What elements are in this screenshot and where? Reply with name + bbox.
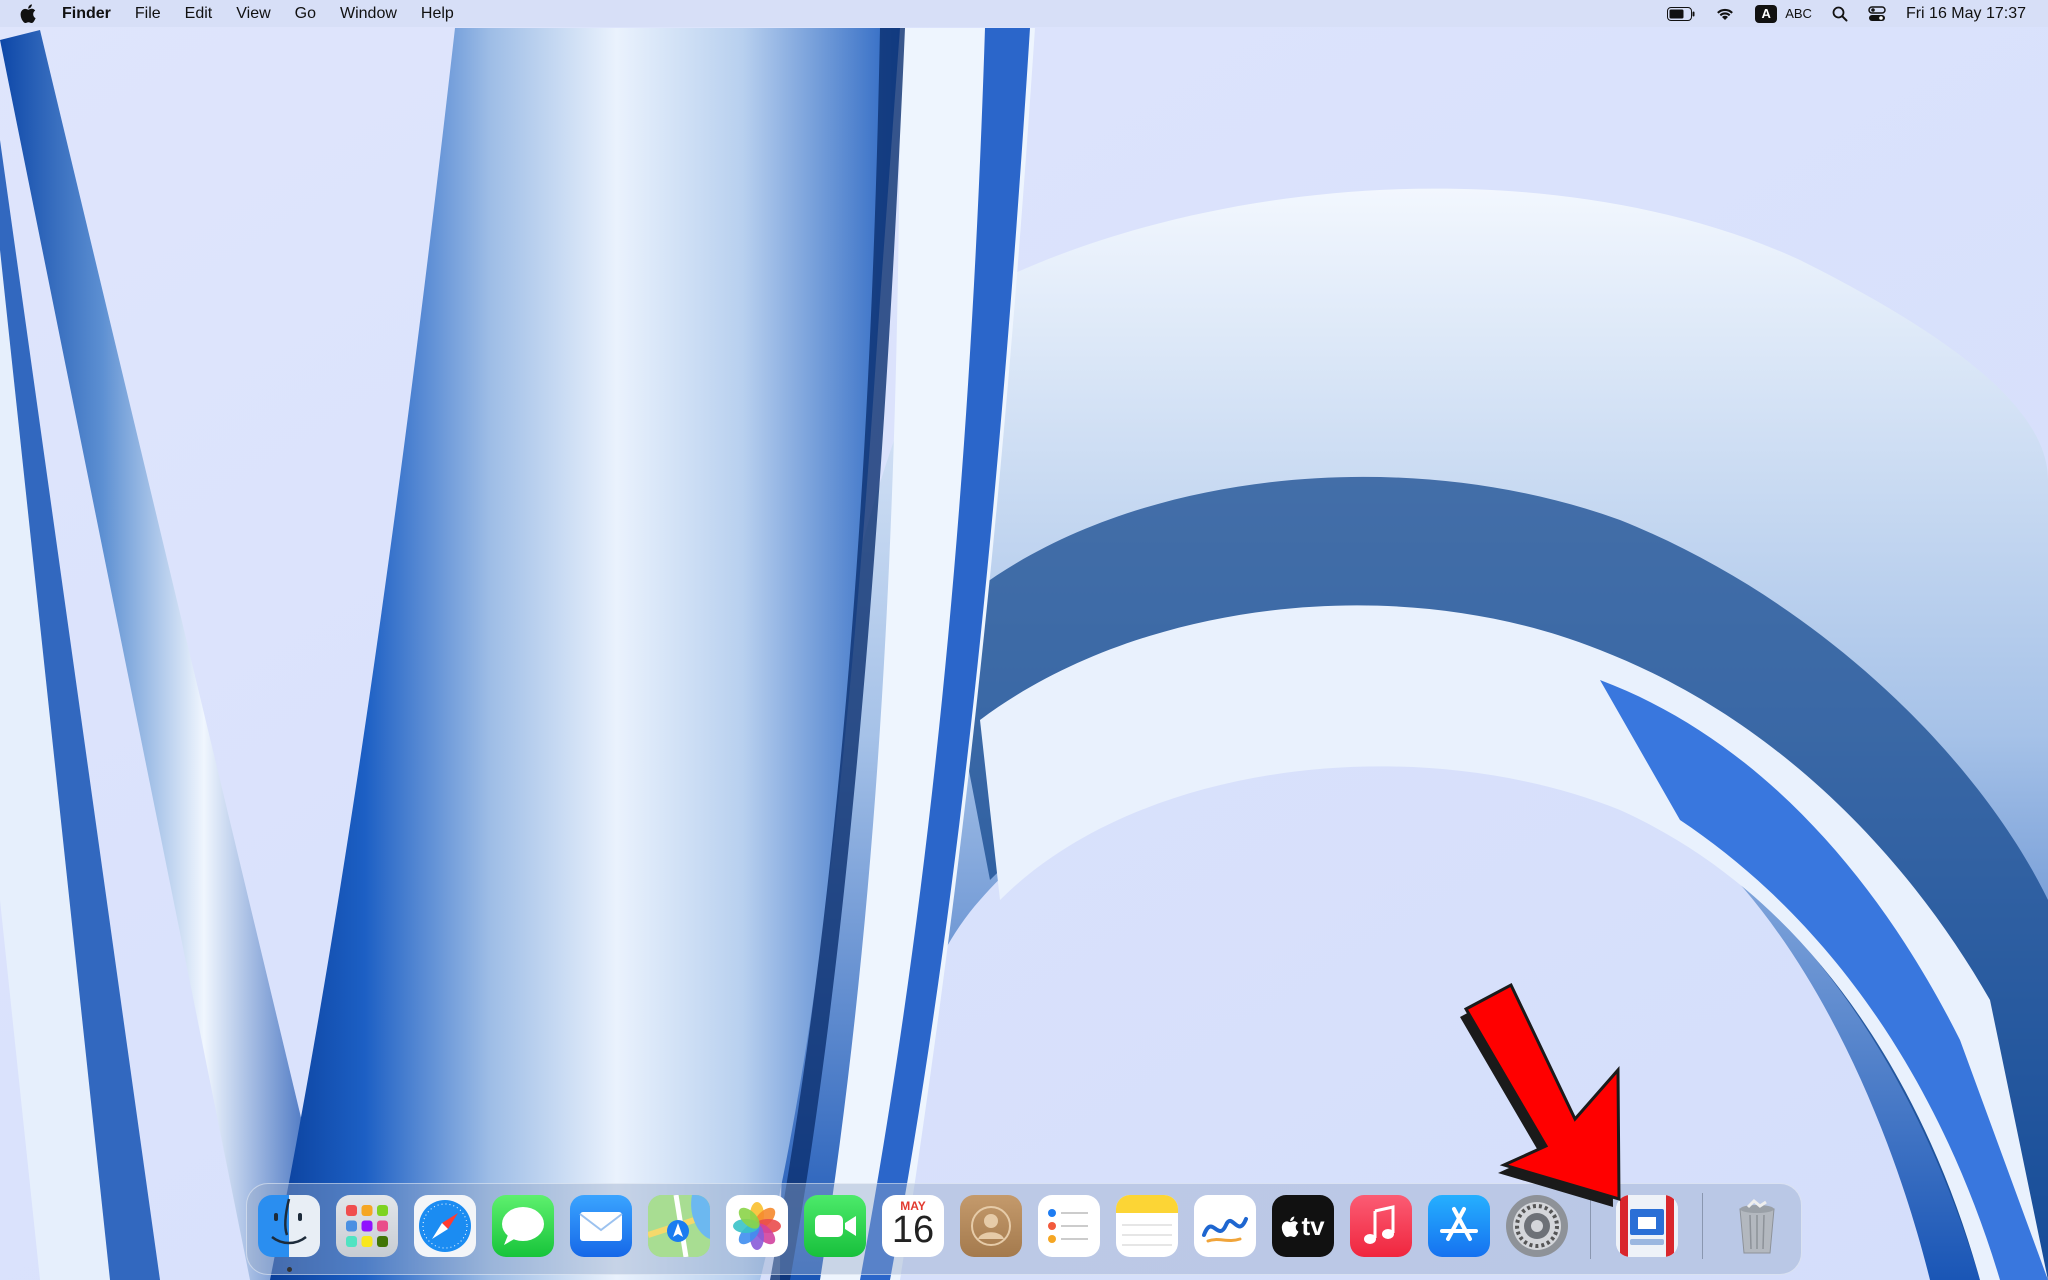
red-arrow-annotation (1460, 982, 1621, 1207)
